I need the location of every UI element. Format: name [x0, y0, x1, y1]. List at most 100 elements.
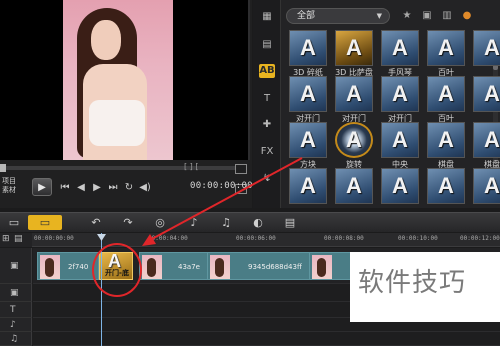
ruler-tick: 00:00:12:00	[460, 235, 500, 242]
transition-preview-icon: A	[484, 173, 500, 198]
instant-project-icon[interactable]: ▤	[259, 38, 275, 52]
media-icon[interactable]: ▦	[259, 10, 275, 24]
ruler-tick: 00:00:00:00	[34, 235, 74, 242]
library-sidebar: ▦ ▤ AB T ✚ FX ↯	[253, 0, 281, 208]
transition-thumbnail[interactable]: A	[473, 30, 500, 66]
clip-label: 43a7e	[178, 263, 200, 271]
transition-icon[interactable]: AB	[259, 64, 275, 78]
chevron-down-icon: ▼	[376, 12, 382, 20]
transition-thumbnail[interactable]: A	[473, 122, 500, 158]
transition-thumbnail[interactable]: A	[289, 30, 327, 66]
motion-tracking-icon[interactable]: ◐	[248, 215, 268, 230]
ruler-tick: 00:00:06:00	[236, 235, 276, 242]
transition-thumbnail[interactable]: A	[381, 168, 419, 204]
preview-screen[interactable]	[0, 0, 250, 160]
timeline-ruler[interactable]: 00:00:00:00 00:00:04:00 00:00:06:00 00:0…	[0, 233, 500, 247]
auto-music-icon[interactable]: ♫	[216, 215, 236, 230]
video-track-icon: ▣	[10, 260, 19, 271]
trim-markers[interactable]: [ ] [	[184, 162, 198, 171]
transition-thumbnail[interactable]: A	[381, 122, 419, 158]
title-track-header[interactable]: T	[0, 302, 32, 318]
ruler-header: ⊞ ▤	[0, 233, 32, 247]
transition-preview-icon: A	[484, 35, 500, 60]
favorite-icon[interactable]: ★	[399, 9, 415, 23]
track-manager-icon[interactable]: ⊞	[2, 234, 10, 244]
transition-thumbnail[interactable]: A	[289, 168, 327, 204]
chapter-point-icon[interactable]: ▤	[14, 234, 23, 244]
timecode-display[interactable]: 00:00:00:00	[190, 181, 253, 191]
transition-thumbnail[interactable]: A	[289, 76, 327, 112]
options-icon[interactable]: ●	[459, 9, 475, 23]
transition-thumbnail[interactable]: A	[381, 30, 419, 66]
clip-thumbnail	[40, 255, 60, 279]
play-icon: ▶	[38, 181, 46, 193]
next-frame-icon[interactable]: ▶	[90, 180, 104, 194]
preview-panel: [ ] [ 项目 素材 ▶ ⏮ ◀ ▶ ⏭ ↻ ◀) 00:00:00:00	[0, 0, 253, 208]
transition-thumbnail[interactable]: A	[381, 76, 419, 112]
music-track[interactable]	[33, 332, 500, 346]
subtitle-editor-icon[interactable]: ▤	[280, 215, 300, 230]
repeat-icon[interactable]: ↻	[122, 180, 136, 194]
transition-thumbnail[interactable]: A	[335, 168, 373, 204]
overlay-track-header[interactable]: ▣	[0, 284, 32, 302]
mode-selector: 项目 素材	[2, 177, 16, 195]
project-mode-label[interactable]: 项目	[2, 177, 16, 186]
video-clip[interactable]: 43a7e	[139, 252, 217, 280]
graphic-icon[interactable]: ✚	[259, 118, 275, 132]
previous-frame-icon[interactable]: ◀	[74, 180, 88, 194]
apply-to-audio-icon[interactable]: ▥	[439, 9, 455, 23]
transition-thumbnail[interactable]: A	[427, 168, 465, 204]
clip-thumbnail	[210, 255, 230, 279]
transition-thumbnail[interactable]: A	[427, 122, 465, 158]
video-clip[interactable]: 9345d688d43ff	[207, 252, 319, 280]
highlight-circle	[92, 243, 142, 297]
play-button[interactable]: ▶	[32, 178, 52, 196]
transition-preview-icon: A	[300, 81, 316, 106]
transition-thumbnail[interactable]: A	[335, 122, 373, 158]
record-capture-icon[interactable]: ◎	[150, 215, 170, 230]
filter-icon[interactable]: FX	[259, 145, 275, 159]
transition-preview-icon: A	[438, 173, 454, 198]
overlay-track-icon: ▣	[10, 287, 19, 298]
transition-thumbnail[interactable]: A	[427, 76, 465, 112]
timeline-toolbar: ▭ ▭ ↶ ↷ ◎ ♪ ♫ ◐ ▤	[0, 212, 500, 232]
volume-icon[interactable]: ◀)	[138, 180, 152, 194]
voice-track-icon: ♪	[10, 319, 16, 330]
transition-thumbnail[interactable]: A	[335, 76, 373, 112]
category-value: 全部	[297, 11, 316, 21]
transition-thumbnail[interactable]: A	[335, 30, 373, 66]
timeline-view-icon[interactable]: ▭	[4, 215, 24, 230]
transition-thumbnail[interactable]: A	[473, 168, 500, 204]
ruler-tick: 00:00:08:00	[324, 235, 364, 242]
go-to-end-icon[interactable]: ⏭	[106, 180, 120, 194]
video-editor-window: [ ] [ 项目 素材 ▶ ⏮ ◀ ▶ ⏭ ↻ ◀) 00:00:00:00 ▦…	[0, 0, 500, 346]
transition-thumbnail[interactable]: A	[473, 76, 500, 112]
transition-preview-icon: A	[392, 173, 408, 198]
scrub-bar[interactable]	[0, 166, 236, 170]
category-dropdown[interactable]: 全部 ▼	[286, 8, 390, 24]
transition-thumbnail[interactable]: A	[427, 30, 465, 66]
enlarge-preview-icon[interactable]	[235, 164, 247, 174]
redo-icon[interactable]: ↷	[118, 215, 138, 230]
undo-icon[interactable]: ↶	[86, 215, 106, 230]
transition-thumbnail[interactable]: A	[289, 122, 327, 158]
transition-preview-icon: A	[484, 127, 500, 152]
transition-preview-icon: A	[346, 127, 362, 152]
video-track-header[interactable]: ▣	[0, 248, 32, 284]
title-icon[interactable]: T	[259, 92, 275, 106]
transition-preview-icon: A	[300, 127, 316, 152]
sound-mixer-icon[interactable]: ♪	[184, 215, 204, 230]
transition-preview-icon: A	[484, 81, 500, 106]
transition-preview-icon: A	[392, 127, 408, 152]
scrub-handle[interactable]	[0, 164, 6, 172]
apply-to-video-icon[interactable]: ▣	[419, 9, 435, 23]
go-to-start-icon[interactable]: ⏮	[58, 180, 72, 194]
video-clip[interactable]: 2f740	[37, 252, 99, 280]
music-track-header[interactable]: ♫	[0, 332, 32, 346]
voice-track-header[interactable]: ♪	[0, 318, 32, 332]
storyboard-view-icon[interactable]: ▭	[28, 215, 62, 230]
ruler-tick: 00:00:10:00	[398, 235, 438, 242]
path-icon[interactable]: ↯	[259, 172, 275, 186]
clip-mode-label[interactable]: 素材	[2, 186, 16, 195]
music-track-icon: ♫	[10, 333, 19, 344]
